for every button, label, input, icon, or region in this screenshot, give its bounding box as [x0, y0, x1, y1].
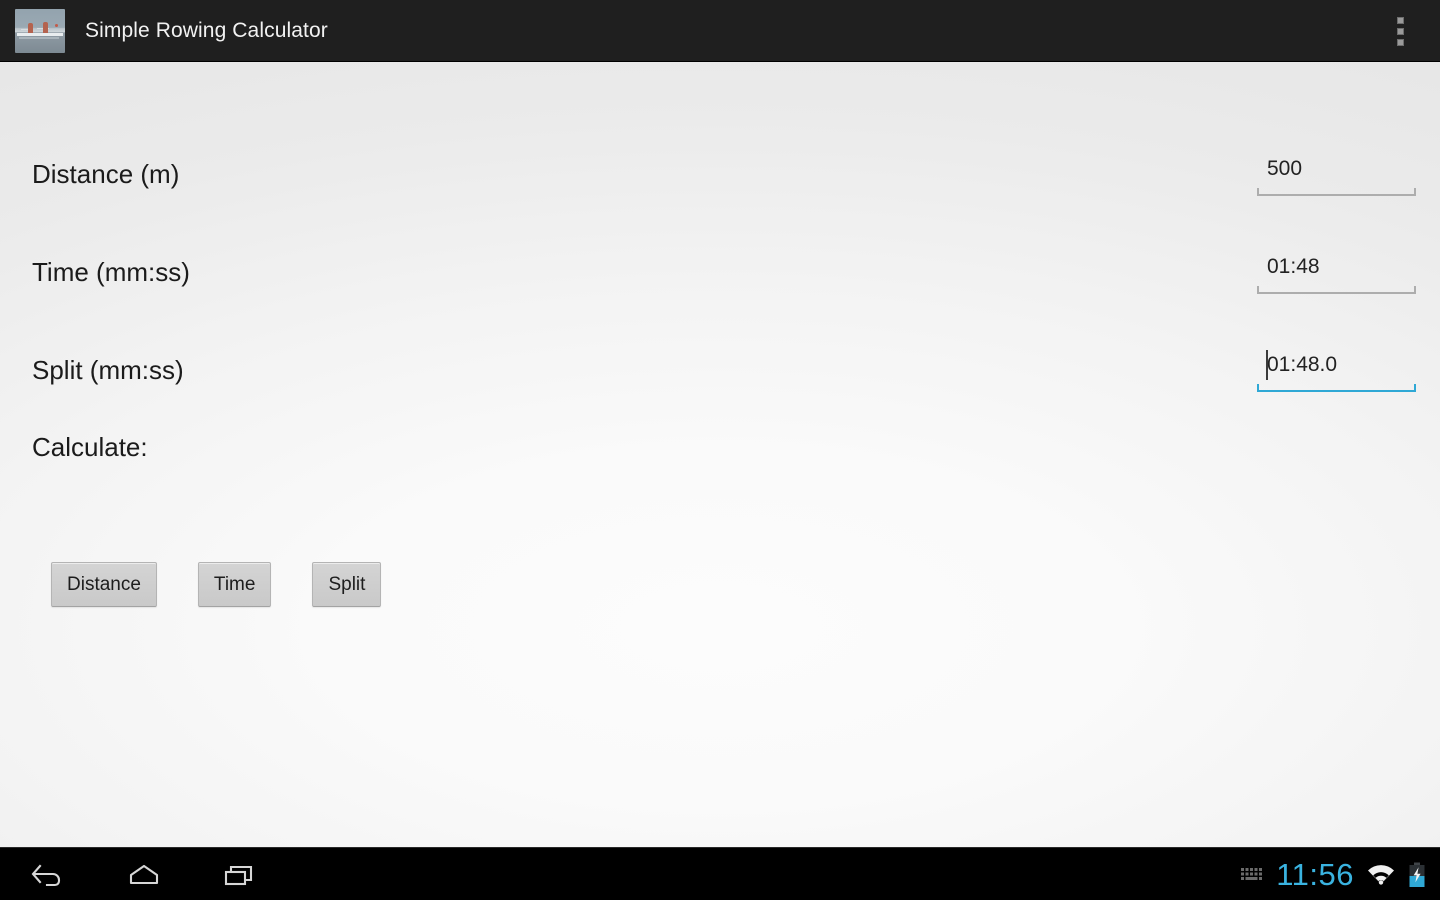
- app-title: Simple Rowing Calculator: [85, 18, 328, 42]
- label-time: Time (mm:ss): [32, 256, 190, 287]
- battery-charging-icon: [1408, 862, 1426, 888]
- content-area: Distance (m) 500 Time (mm:ss) 01:48 Spli…: [0, 62, 1440, 847]
- label-split: Split (mm:ss): [32, 354, 184, 385]
- form-row-split: Split (mm:ss) 01:48.0: [0, 340, 1440, 400]
- split-input-value: 01:48.0: [1267, 353, 1338, 376]
- form-row-time: Time (mm:ss) 01:48: [0, 242, 1440, 302]
- calculate-button-row: Distance Time Split: [51, 562, 382, 607]
- time-input-underline: [1257, 286, 1416, 294]
- action-bar: Simple Rowing Calculator: [0, 0, 1440, 62]
- split-input[interactable]: 01:48.0: [1257, 348, 1416, 392]
- form-row-distance: Distance (m) 500: [0, 144, 1440, 204]
- time-input-value: 01:48: [1267, 255, 1320, 278]
- back-icon[interactable]: [0, 848, 96, 900]
- wifi-icon: [1366, 864, 1396, 886]
- distance-input-value: 500: [1267, 157, 1303, 180]
- rowing-boat-photo-icon: [15, 8, 65, 53]
- calculate-distance-button[interactable]: Distance: [51, 562, 157, 607]
- android-screen: Simple Rowing Calculator Distance (m) 50…: [0, 0, 1440, 900]
- nav-button-group: [0, 848, 288, 900]
- recents-icon[interactable]: [192, 848, 288, 900]
- time-input[interactable]: 01:48: [1257, 250, 1416, 294]
- distance-input[interactable]: 500: [1257, 152, 1416, 196]
- split-input-underline: [1257, 384, 1416, 392]
- label-distance: Distance (m): [32, 158, 180, 189]
- calculate-split-button[interactable]: Split: [312, 562, 382, 607]
- home-icon[interactable]: [96, 848, 192, 900]
- calculate-time-button[interactable]: Time: [197, 562, 272, 607]
- keyboard-icon[interactable]: [1240, 866, 1264, 884]
- distance-input-underline: [1257, 188, 1416, 196]
- overflow-menu-icon[interactable]: [1386, 0, 1414, 62]
- navigation-bar: 11:56: [0, 847, 1440, 900]
- status-clock: 11:56: [1276, 857, 1354, 892]
- calculate-label: Calculate:: [32, 432, 148, 462]
- status-area: 11:56: [1240, 848, 1426, 900]
